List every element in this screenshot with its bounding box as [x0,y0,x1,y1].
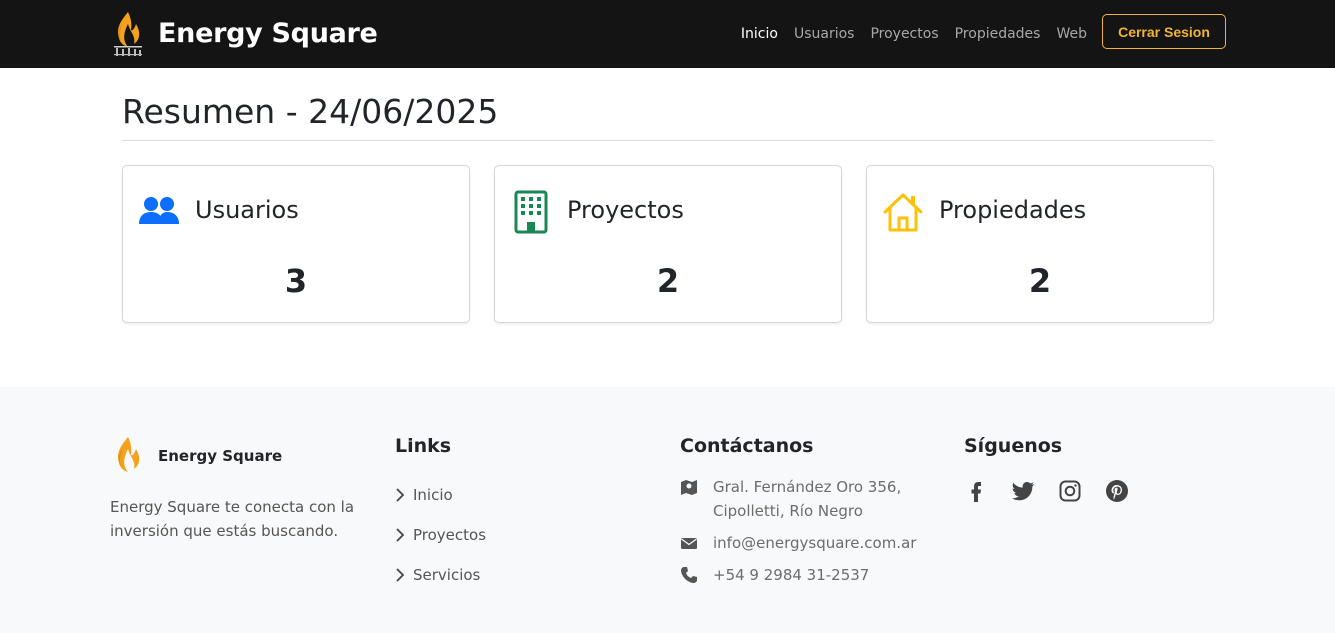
users-icon [139,197,179,224]
chevron-right-icon [396,528,405,542]
footer-links: Inicio Proyectos Servicios [395,475,486,595]
social-links [964,479,1129,503]
brand-link[interactable]: Energy Square [110,10,378,56]
nav-link-proyectos[interactable]: Proyectos [870,26,938,42]
contact-email[interactable]: info@energysquare.com.ar [680,531,916,555]
footer: Energy Square Energy Square te conecta c… [0,387,1335,633]
footer-brand: Energy Square [110,435,282,477]
building-icon [514,190,548,234]
brand-name: Energy Square [158,17,378,49]
footer-link-servicios[interactable]: Servicios [395,555,486,595]
title-divider [122,140,1214,141]
card-value: 2 [1028,262,1052,300]
card-label: Usuarios [195,196,299,224]
footer-description: Energy Square te conecta con la inversió… [110,498,355,540]
envelope-icon [681,538,697,549]
twitter-icon[interactable] [1011,479,1035,503]
card-propiedades[interactable]: Propiedades 2 [866,165,1214,323]
flame-logo-icon [114,12,142,56]
logout-button[interactable]: Cerrar Sesion [1102,14,1226,49]
card-usuarios[interactable]: Usuarios 3 [122,165,470,323]
map-icon [681,480,697,495]
address-line-1: Gral. Fernández Oro 356, [713,478,902,496]
facebook-icon[interactable] [964,479,988,503]
footer-link-inicio[interactable]: Inicio [395,475,486,515]
page-title: Resumen - 24/06/2025 [122,92,499,131]
instagram-icon[interactable] [1058,479,1082,503]
address-line-2: Cipolletti, Río Negro [713,502,863,520]
social-heading: Síguenos [964,435,1063,457]
nav-link-usuarios[interactable]: Usuarios [794,26,855,42]
card-value: 3 [284,262,308,300]
contact-heading: Contáctanos [680,435,814,457]
contact-phone[interactable]: +54 9 2984 31-2537 [680,563,869,587]
email-text: info@energysquare.com.ar [713,534,917,552]
nav-link-propiedades[interactable]: Propiedades [955,26,1041,42]
contact-address: Gral. Fernández Oro 356, Cipolletti, Río… [680,475,901,523]
card-proyectos[interactable]: Proyectos 2 [494,165,842,323]
chevron-right-icon [396,568,405,582]
footer-link-label: Servicios [413,566,481,584]
card-value: 2 [656,262,680,300]
chevron-right-icon [396,488,405,502]
footer-link-label: Proyectos [413,526,487,544]
phone-text: +54 9 2984 31-2537 [713,566,870,584]
card-label: Propiedades [939,196,1087,224]
footer-link-proyectos[interactable]: Proyectos [395,515,486,555]
nav-link-inicio[interactable]: Inicio [741,26,778,42]
card-label: Proyectos [567,196,684,224]
footer-link-label: Inicio [413,486,453,504]
phone-icon [681,567,697,583]
house-icon [883,193,923,232]
nav-links: Inicio Usuarios Proyectos Propiedades We… [741,0,1087,68]
footer-brand-name: Energy Square [158,447,283,465]
pinterest-icon[interactable] [1105,479,1129,503]
nav-link-web[interactable]: Web [1056,26,1087,42]
links-heading: Links [395,435,452,457]
navbar: Energy Square Inicio Usuarios Proyectos … [0,0,1335,68]
flame-logo-icon [118,437,140,472]
